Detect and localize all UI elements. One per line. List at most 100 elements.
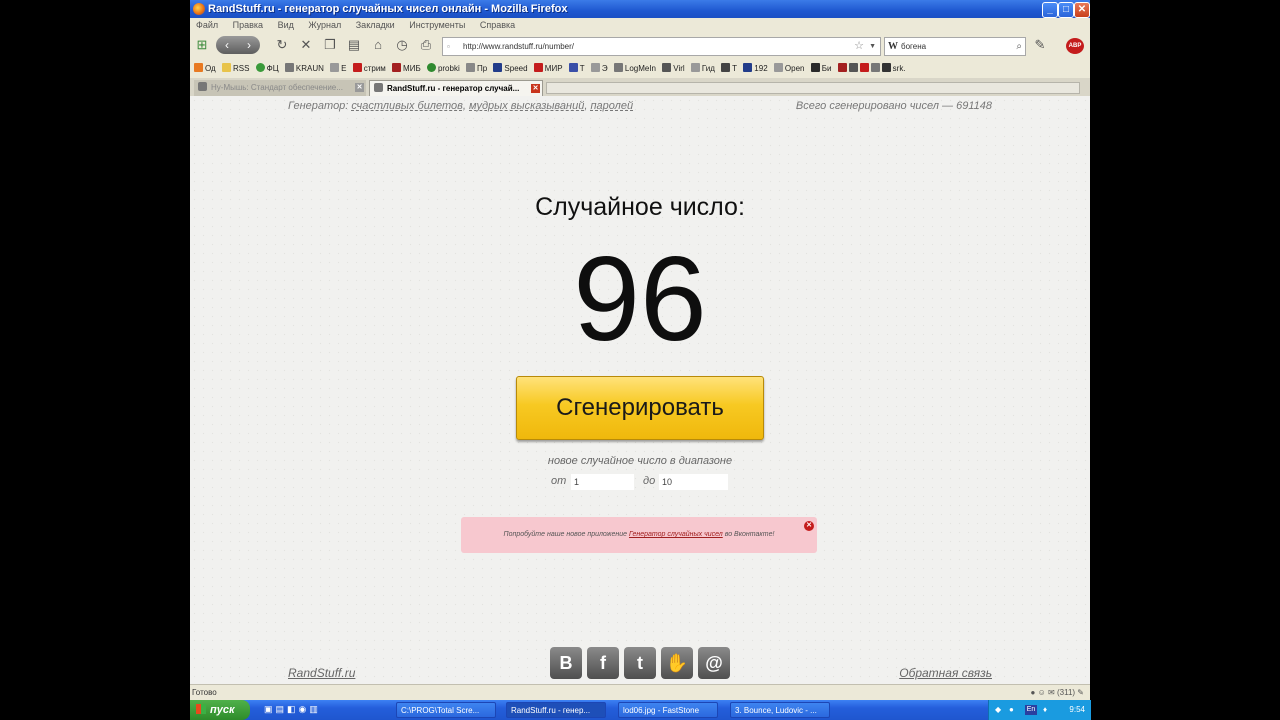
user-icon[interactable]: ☺ xyxy=(1038,688,1046,697)
firefox-window: RandStuff.ru - генератор случайных чисел… xyxy=(190,0,1090,700)
to-input[interactable]: 10 xyxy=(659,474,728,490)
tools-icon[interactable]: ✎ xyxy=(1077,688,1084,697)
app-icon[interactable]: ◧ xyxy=(287,704,299,714)
tray-icon[interactable]: ♦ xyxy=(1043,700,1047,720)
adblock-status-icon[interactable]: ● xyxy=(1031,688,1036,697)
tab-favicon-icon xyxy=(198,82,207,91)
adblock-icon[interactable]: ABP xyxy=(1066,38,1084,54)
hand-icon[interactable]: ✋ xyxy=(661,647,693,679)
tab-active[interactable]: RandStuff.ru - генератор случай... ✕ xyxy=(369,80,543,97)
maximize-button[interactable]: □ xyxy=(1058,2,1074,18)
generate-button[interactable]: Сгенерировать xyxy=(516,376,764,440)
tab-close-icon[interactable]: ✕ xyxy=(355,83,364,92)
bookmark-item[interactable]: Virl xyxy=(662,63,685,73)
from-input[interactable]: 1 xyxy=(571,474,634,490)
facebook-icon[interactable]: f xyxy=(587,647,619,679)
start-button[interactable]: пуск xyxy=(190,700,250,720)
promo-link[interactable]: Генератор случайных чисел xyxy=(629,531,723,538)
bookmark-icon xyxy=(662,63,672,72)
bookmark-item[interactable]: RSS xyxy=(221,63,249,73)
menu-view[interactable]: Вид xyxy=(278,20,294,30)
history-clock-icon[interactable]: ◷ xyxy=(394,37,410,53)
bookmark-item[interactable]: probki xyxy=(426,63,460,73)
link-passwords[interactable]: паролей xyxy=(590,100,633,112)
bookmark-icon xyxy=(810,63,820,72)
tray-icon[interactable]: ● xyxy=(1009,700,1014,720)
tray-icon[interactable]: ◆ xyxy=(995,700,1001,720)
vk-icon[interactable]: В xyxy=(550,647,582,679)
copy-icon[interactable]: ❐ xyxy=(322,37,338,53)
bookmark-item[interactable]: МИР xyxy=(533,63,563,73)
mail-count: (311) xyxy=(1056,688,1076,697)
close-button[interactable]: ✕ xyxy=(1074,2,1090,18)
bookmark-item[interactable]: KRAUN xyxy=(284,63,324,73)
stop-icon[interactable]: ✕ xyxy=(298,37,314,53)
bookmark-star-icon[interactable]: ☆ xyxy=(854,38,864,55)
menu-tools[interactable]: Инструменты xyxy=(409,20,465,30)
app-icon[interactable]: ▥ xyxy=(309,704,321,714)
menu-edit[interactable]: Правка xyxy=(233,20,263,30)
bookmark-item[interactable]: Э xyxy=(590,63,608,73)
menu-help[interactable]: Справка xyxy=(480,20,515,30)
link-wise-quotes[interactable]: мудрых высказываний xyxy=(469,100,584,112)
bookmark-item[interactable]: Би xyxy=(810,63,831,73)
tab-favicon-icon xyxy=(374,83,383,92)
paste-icon[interactable]: ▤ xyxy=(346,37,362,53)
mail-icon[interactable]: @ xyxy=(698,647,730,679)
clock: 9:54 xyxy=(1069,705,1085,714)
link-lucky-tickets[interactable]: счастливых билетов xyxy=(351,100,462,112)
bookmark-item[interactable]: Од xyxy=(194,63,216,73)
menu-bar: Файл Правка Вид Журнал Закладки Инструме… xyxy=(190,18,1090,33)
notice-close-icon[interactable]: ✕ xyxy=(804,521,814,531)
page-content: Генератор: счастливых билетов, мудрых вы… xyxy=(190,96,1090,684)
addon-edit-icon[interactable]: ✎ xyxy=(1032,37,1048,53)
bookmark-item[interactable]: Open xyxy=(773,63,804,73)
bookmark-item[interactable]: Гид xyxy=(690,63,715,73)
bookmark-item[interactable]: T xyxy=(568,63,585,73)
bookmark-item[interactable]: ФЦ xyxy=(255,63,279,73)
feedback-link[interactable]: Обратная связь xyxy=(899,666,992,680)
bookmark-item[interactable]: E xyxy=(330,63,346,73)
bookmark-item[interactable]: srk. xyxy=(837,63,906,73)
bookmark-item[interactable]: стрим xyxy=(352,63,386,73)
menu-file[interactable]: Файл xyxy=(196,20,218,30)
back-icon[interactable]: ‹ xyxy=(216,36,238,54)
search-bar[interactable]: Wбогена ⌕ xyxy=(884,37,1026,56)
bookmark-item[interactable]: 192 xyxy=(743,63,768,73)
search-input[interactable]: богена xyxy=(901,42,926,51)
bookmark-item[interactable]: T xyxy=(721,63,737,73)
forward-icon[interactable]: › xyxy=(238,36,260,54)
bookmark-icon xyxy=(194,63,203,72)
search-engine-icon[interactable]: W xyxy=(888,38,898,55)
tab-inactive[interactable]: Ну-Мышь: Стандарт обеспечение... ✕ xyxy=(194,80,366,96)
language-indicator[interactable]: En xyxy=(1025,705,1037,715)
bookmark-icon xyxy=(392,63,402,72)
taskbar-item-firefox[interactable]: RandStuff.ru - генер... xyxy=(506,702,606,718)
search-icon[interactable]: ⌕ xyxy=(1016,38,1022,55)
reload-icon[interactable]: ↻ xyxy=(274,37,290,53)
url-dropdown-icon[interactable]: ▼ xyxy=(869,38,876,55)
quick-launch: ▣▤◧◉▥ xyxy=(264,704,321,715)
print-icon[interactable]: ⎙ xyxy=(418,37,434,53)
desktop-icon[interactable]: ▣ xyxy=(264,704,276,714)
url-bar[interactable]: ▫ http://www.randstuff.ru/number/ ☆ ▼ xyxy=(442,37,881,56)
tab-close-icon[interactable]: ✕ xyxy=(531,84,540,93)
menu-history[interactable]: Журнал xyxy=(308,20,341,30)
explorer-icon[interactable]: ▤ xyxy=(276,704,288,714)
footer-logo-link[interactable]: RandStuff.ru xyxy=(288,666,355,680)
taskbar-item[interactable]: C:\PROG\Total Scre... xyxy=(396,702,496,718)
bookmark-item[interactable]: Пр xyxy=(465,63,487,73)
bookmark-item[interactable]: LogMeIn xyxy=(613,63,656,73)
mail-status-icon[interactable]: ✉ xyxy=(1048,688,1055,697)
minimize-button[interactable]: _ xyxy=(1042,2,1058,18)
new-tab-icon[interactable]: ⊞ xyxy=(194,37,210,53)
bookmark-item[interactable]: МИБ xyxy=(392,63,421,73)
bookmark-icon xyxy=(773,63,783,72)
app-icon[interactable]: ◉ xyxy=(299,704,310,714)
bookmark-item[interactable]: Speed xyxy=(493,63,528,73)
taskbar-item[interactable]: 3. Bounce, Ludovic - ... xyxy=(730,702,830,718)
menu-bookmarks[interactable]: Закладки xyxy=(356,20,395,30)
taskbar-item[interactable]: lod06.jpg - FastStone xyxy=(618,702,718,718)
twitter-icon[interactable]: t xyxy=(624,647,656,679)
home-icon[interactable]: ⌂ xyxy=(370,37,386,53)
